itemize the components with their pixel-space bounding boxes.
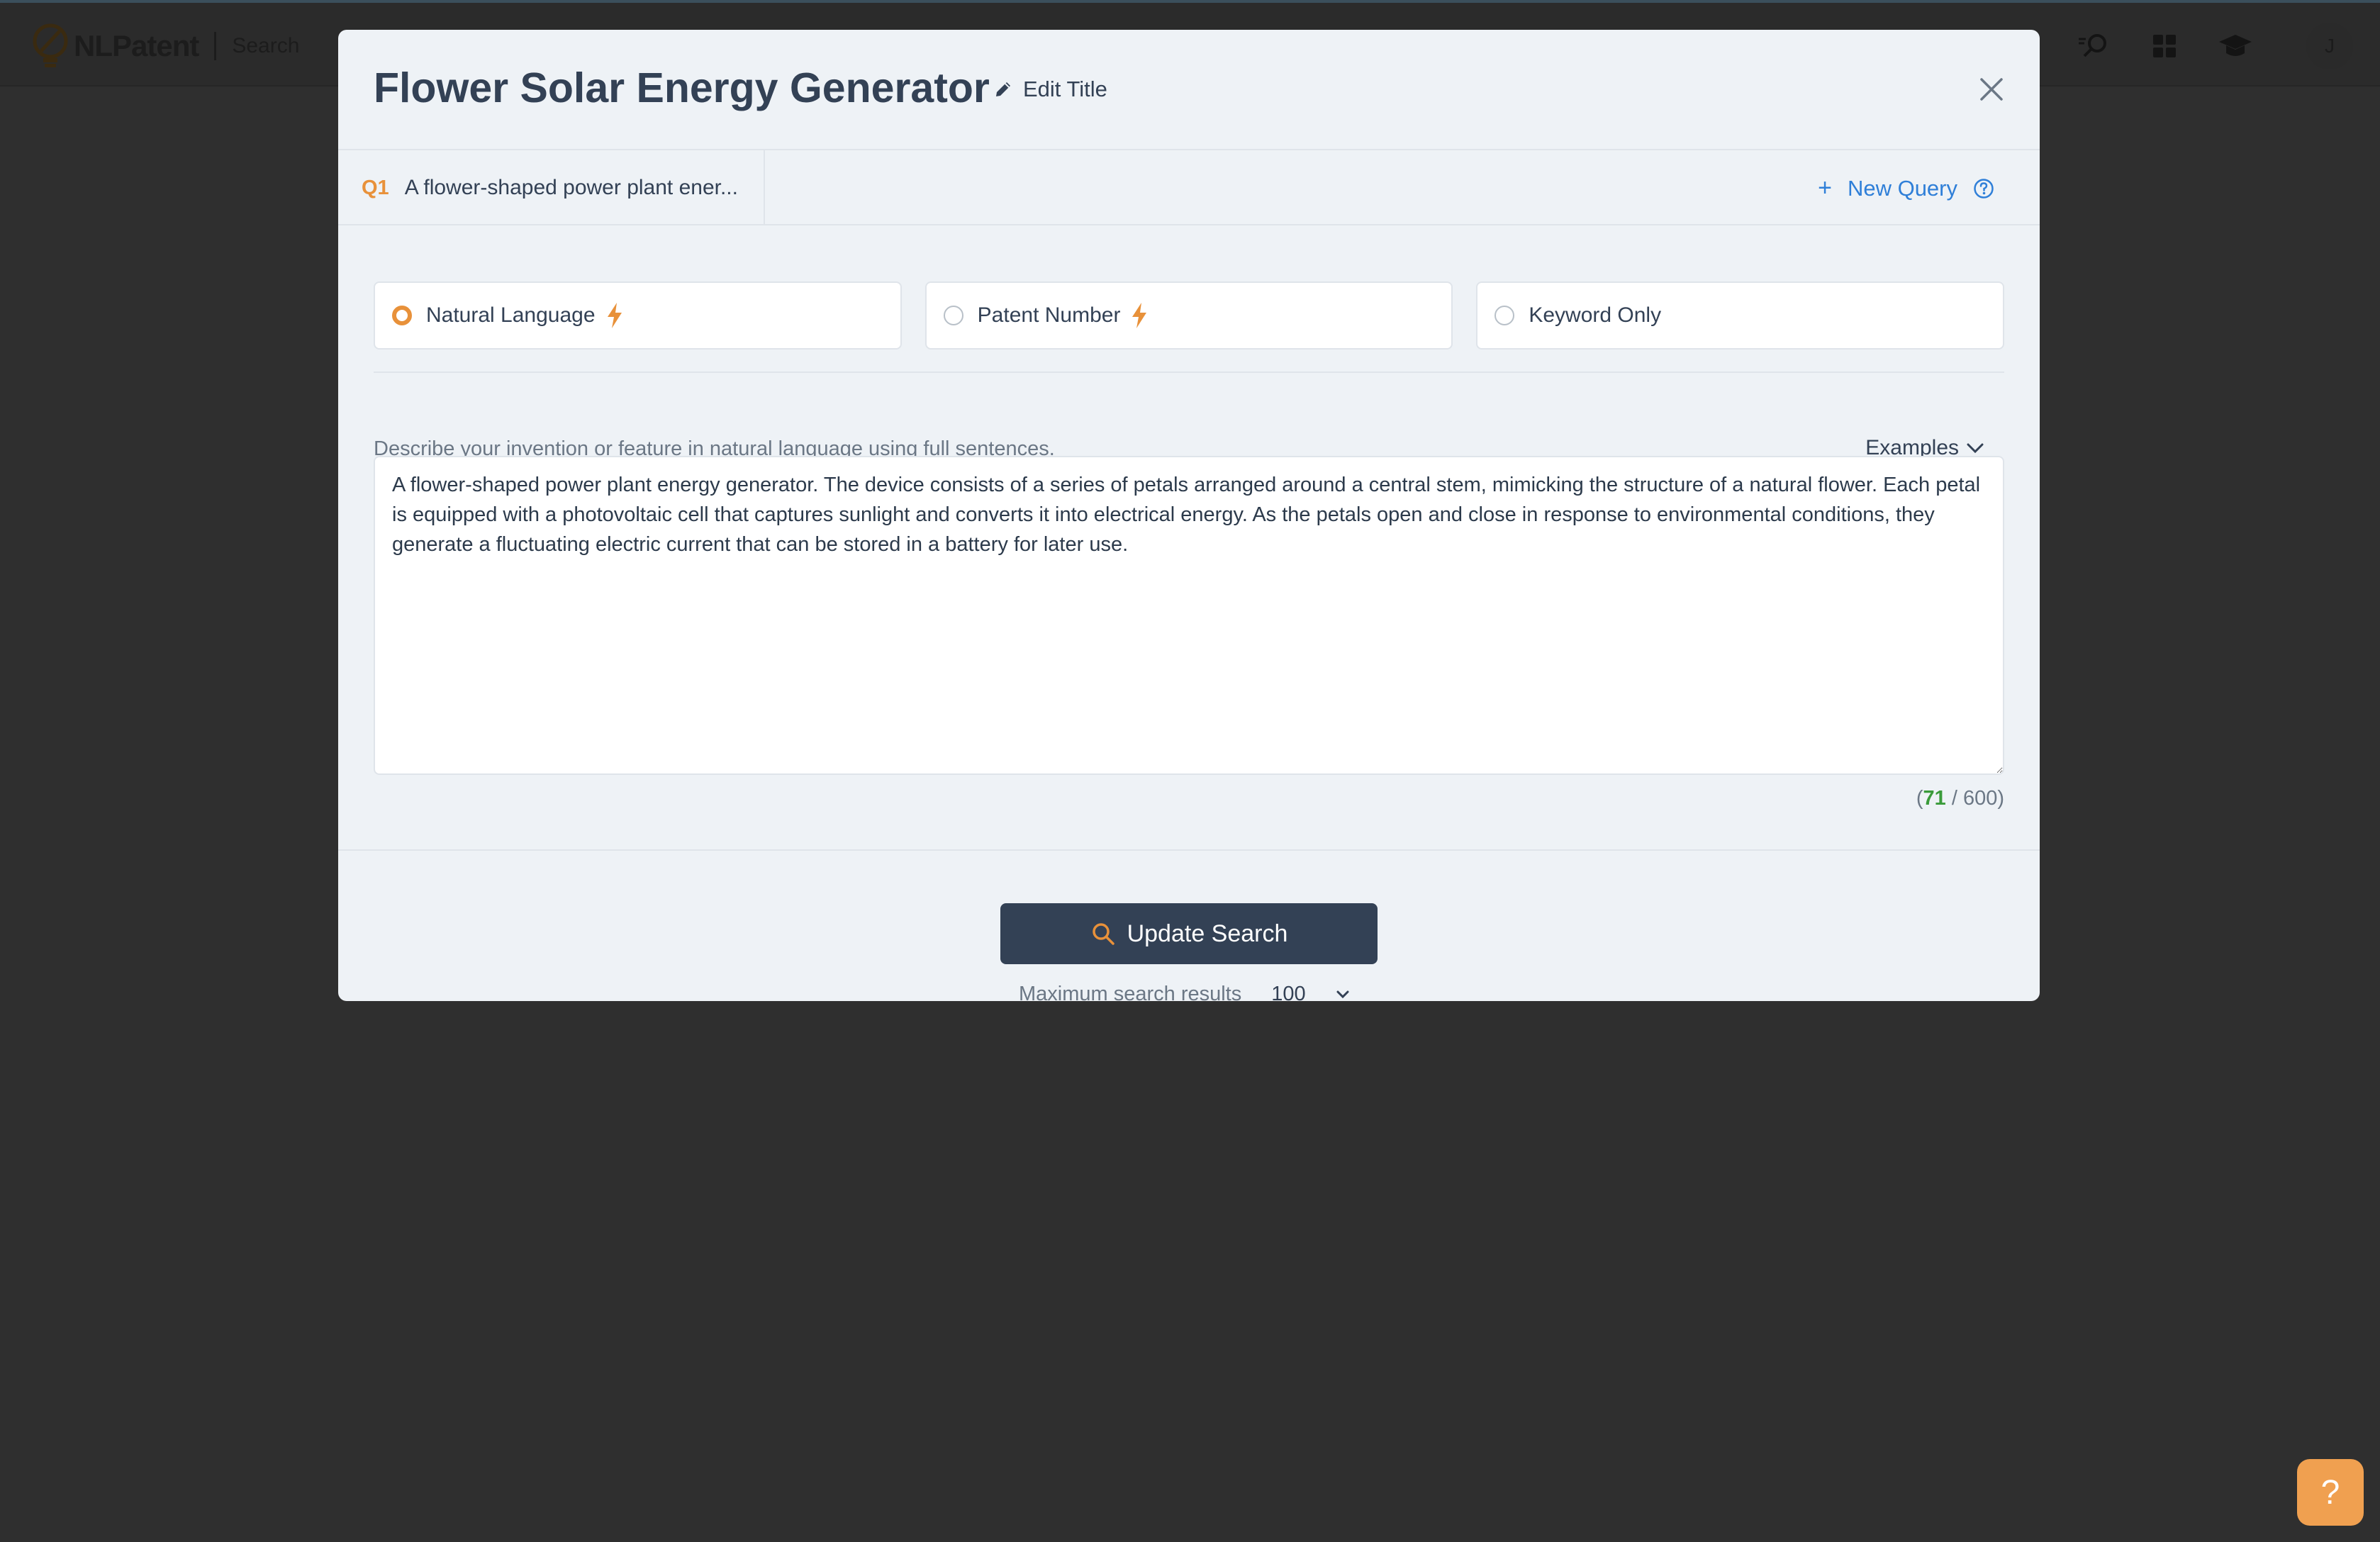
lightning-bolt-icon xyxy=(607,303,622,328)
logo-text: NLPatent xyxy=(74,29,199,62)
tab-number: Q1 xyxy=(362,176,389,199)
tab-q1[interactable]: Q1 A flower-shaped power plant ener... xyxy=(338,150,765,225)
edit-search-modal: Flower Solar Energy Generator Edit Title… xyxy=(338,30,2040,1001)
lightning-bolt-icon xyxy=(1132,303,1147,328)
edit-title-button[interactable]: Edit Title xyxy=(993,77,1107,102)
avatar[interactable]: J xyxy=(2306,23,2353,69)
help-chat-button[interactable]: ? xyxy=(2297,1459,2364,1526)
close-icon xyxy=(1980,78,2003,101)
pencil-icon xyxy=(996,82,1010,96)
modal-footer: Update Search Maximum search results 100 xyxy=(338,849,2040,1001)
mode-keyword-only[interactable]: Keyword Only xyxy=(1476,281,2005,350)
logo-bulb-icon xyxy=(31,23,69,69)
logo-separator xyxy=(214,32,217,60)
counter-current: 71 xyxy=(1923,787,1946,810)
edit-title-label: Edit Title xyxy=(1023,77,1107,101)
close-button[interactable] xyxy=(1977,75,2006,104)
search-feedback-icon[interactable] xyxy=(2076,30,2111,62)
new-query-label: New Query xyxy=(1847,175,1957,201)
max-results-label: Maximum search results xyxy=(1019,983,1242,1001)
max-results-row: Maximum search results 100 xyxy=(1019,983,1350,1001)
divider xyxy=(374,371,2004,373)
tab-label: A flower-shaped power plant ener... xyxy=(404,176,738,199)
plus-icon: + xyxy=(1818,174,1832,201)
search-icon xyxy=(1092,923,1114,945)
section-label: Search xyxy=(232,34,300,57)
query-tabs: Q1 A flower-shaped power plant ener... +… xyxy=(338,150,2040,225)
counter-max: 600 xyxy=(1962,787,1998,810)
chevron-down-icon xyxy=(1967,443,1984,454)
mode-label: Keyword Only xyxy=(1529,303,1662,327)
max-results-value: 100 xyxy=(1271,983,1306,1001)
counter-separator: / xyxy=(1945,787,1963,810)
update-search-label: Update Search xyxy=(1127,920,1288,947)
mode-patent-number[interactable]: Patent Number xyxy=(924,281,1453,350)
modal-title: Flower Solar Energy Generator xyxy=(374,65,990,111)
update-search-button[interactable]: Update Search xyxy=(1000,903,1378,964)
graduation-cap-icon[interactable] xyxy=(2218,30,2253,62)
grid-apps-icon[interactable] xyxy=(2147,30,2182,62)
character-counter: (71 / 600) xyxy=(1916,787,2004,810)
mode-natural-language[interactable]: Natural Language xyxy=(374,281,902,350)
radio-patent-number[interactable] xyxy=(943,306,963,325)
mode-label: Natural Language xyxy=(426,303,596,327)
chevron-down-icon xyxy=(1336,990,1349,998)
modal-header: Flower Solar Energy Generator Edit Title xyxy=(338,30,2040,150)
radio-natural-language[interactable] xyxy=(392,306,412,325)
counter-close: ) xyxy=(1997,787,2004,810)
query-textarea[interactable]: A flower-shaped power plant energy gener… xyxy=(374,456,2004,775)
new-query-button[interactable]: + New Query xyxy=(1818,174,1994,202)
counter-open: ( xyxy=(1916,787,1923,810)
logo[interactable]: NLPatent Search xyxy=(31,23,299,69)
mode-label: Patent Number xyxy=(977,303,1121,327)
max-results-select[interactable]: 100 xyxy=(1271,983,1349,1001)
radio-keyword-only[interactable] xyxy=(1495,306,1515,325)
help-circle-icon[interactable] xyxy=(1973,178,1994,199)
search-mode-options: Natural Language Patent Number Keyword O… xyxy=(374,281,2005,350)
